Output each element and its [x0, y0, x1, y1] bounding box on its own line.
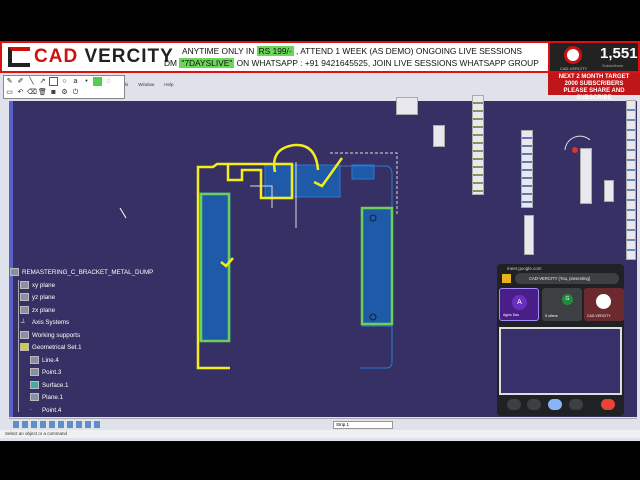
- swap-icon[interactable]: [94, 421, 100, 428]
- screen-share-preview: [499, 327, 622, 395]
- floating-toolbar-5[interactable]: [524, 215, 534, 255]
- part-icon: [10, 268, 19, 276]
- hide-show-icon[interactable]: [85, 421, 91, 428]
- floating-toolbar-3[interactable]: [472, 95, 484, 195]
- tree-item[interactable]: Line.4: [30, 356, 59, 364]
- tree-item[interactable]: yz plane: [20, 293, 55, 301]
- tree-item[interactable]: Working supports: [20, 331, 80, 339]
- tree-connector: [18, 280, 19, 412]
- tile-others[interactable]: G5 others: [542, 288, 582, 321]
- tree-item[interactable]: Plane.1: [30, 393, 63, 401]
- point-icon: ·: [30, 406, 33, 413]
- rotate-icon[interactable]: [31, 421, 37, 428]
- top-flange: [264, 164, 341, 198]
- plane-icon: [20, 281, 29, 289]
- view-icon[interactable]: [67, 421, 73, 428]
- mouse-cursor: [119, 207, 127, 219]
- present-button[interactable]: [548, 399, 562, 410]
- tree-item[interactable]: xy plane: [20, 281, 55, 289]
- tile-agnis[interactable]: A Agnis Das: [499, 288, 539, 321]
- plane-icon: [30, 393, 39, 401]
- point-icon: [30, 368, 39, 376]
- floating-toolbar-6[interactable]: [580, 148, 592, 204]
- floating-toolbar-4[interactable]: [521, 130, 533, 208]
- right-flange: [361, 207, 393, 327]
- line-icon: [30, 356, 39, 364]
- leave-call-button[interactable]: [601, 399, 615, 410]
- tree-item[interactable]: Surface.1: [30, 381, 68, 389]
- tree-item[interactable]: · Point.4: [30, 406, 61, 414]
- presenting-pill: CAD-VERCITY (You, presenting): [515, 273, 619, 284]
- axis-icon: ⊥: [20, 318, 26, 325]
- floating-toolbar-7[interactable]: [604, 180, 614, 202]
- tree-item[interactable]: ⊥ Axis Systems: [20, 318, 69, 326]
- surface-icon: [30, 381, 39, 389]
- zoom-out-icon[interactable]: [49, 421, 55, 428]
- meet-url: meet.google.com: [507, 266, 542, 271]
- raise-hand-button[interactable]: [569, 399, 583, 410]
- pan-icon[interactable]: [22, 421, 28, 428]
- google-meet-pip: meet.google.com CAD-VERCITY (You, presen…: [497, 264, 624, 416]
- status-bar: Select an object or a command: [0, 430, 640, 438]
- zoom-in-icon[interactable]: [40, 421, 46, 428]
- feature-select[interactable]: Strip.1: [333, 421, 393, 429]
- folder-icon: [502, 274, 511, 283]
- tile-cad-vercity[interactable]: CAD-VERCITY: [584, 288, 624, 321]
- floating-toolbar-1[interactable]: [396, 97, 418, 115]
- floating-toolbar-2[interactable]: [433, 125, 445, 147]
- tree-item[interactable]: Geometrical Set.1: [20, 343, 82, 351]
- geoset-icon: [20, 343, 29, 351]
- render-icon[interactable]: [76, 421, 82, 428]
- tree-item[interactable]: Point.3: [30, 368, 61, 376]
- right-tab: [351, 164, 375, 180]
- normal-view-icon[interactable]: [58, 421, 64, 428]
- grid-icon: [20, 331, 29, 339]
- bottom-toolbar: Strip.1: [9, 418, 637, 430]
- camera-button[interactable]: [527, 399, 541, 410]
- tree-root[interactable]: REMASTERING_C_BRACKET_METAL_DUMP: [10, 268, 153, 276]
- fit-icon[interactable]: [13, 421, 19, 428]
- mic-button[interactable]: [507, 399, 521, 410]
- plane-icon: [20, 293, 29, 301]
- tree-item[interactable]: zx plane: [20, 306, 55, 314]
- right-toolbar[interactable]: [626, 100, 636, 260]
- plane-icon: [20, 306, 29, 314]
